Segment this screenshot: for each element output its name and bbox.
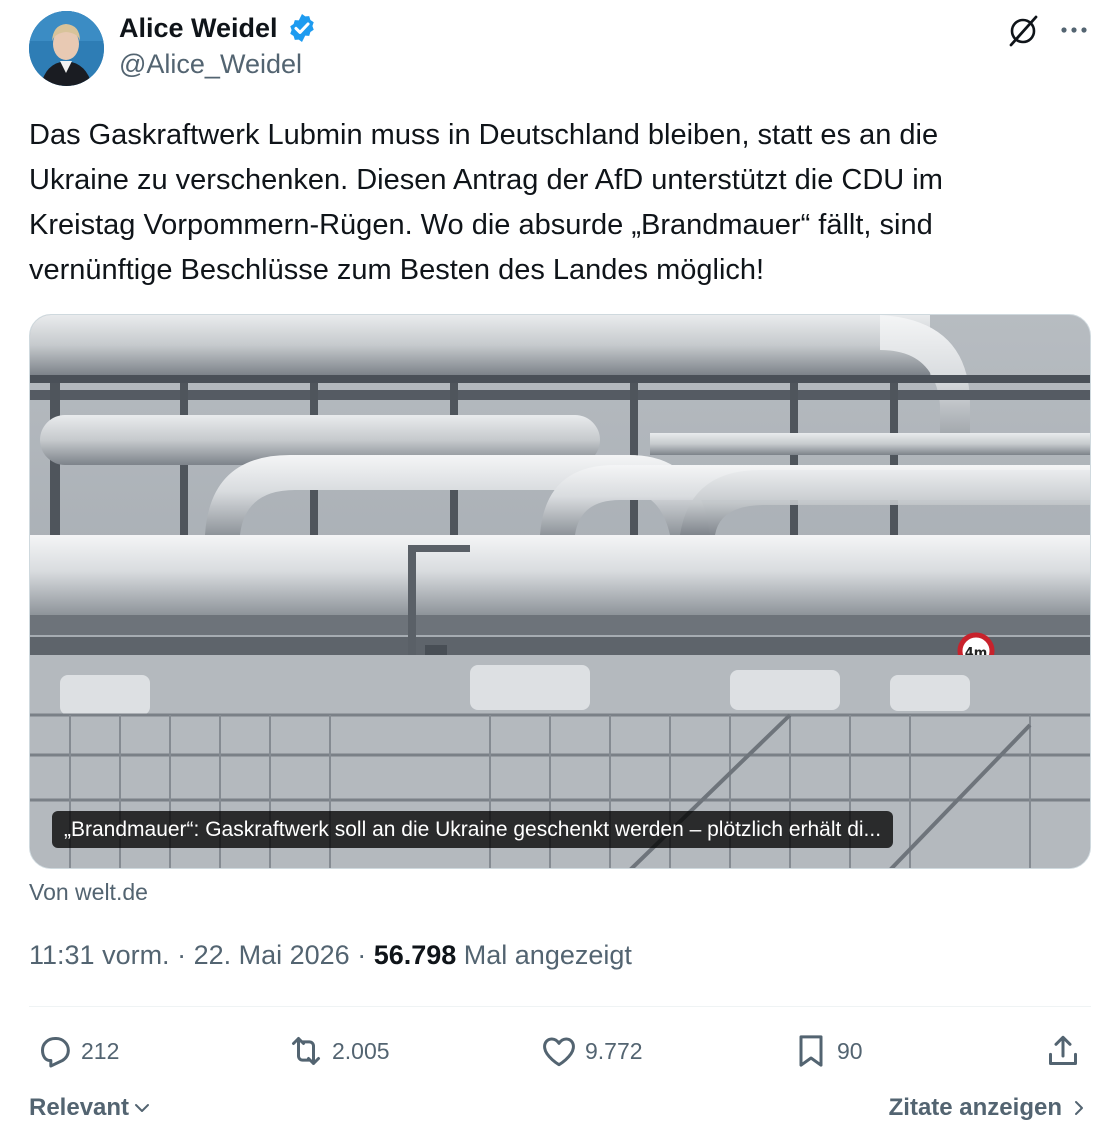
sort-label: Relevant [29,1094,130,1121]
chevron-right-icon [1075,1101,1083,1115]
retweet-button[interactable]: 2.005 [286,1031,390,1071]
tweet-date[interactable]: 22. Mai 2026 [194,940,350,970]
tweet-text-line: vernünftige Beschlüsse zum Besten des La… [29,254,765,286]
grok-icon[interactable] [1006,14,1040,48]
pipeline-photo: 4m [30,315,1090,868]
view-count: 56.798 [373,940,457,970]
divider [29,1006,1091,1007]
reply-count: 212 [81,1037,120,1064]
link-card[interactable]: 4m „Brandmauer“: Gaskraftwerk soll an di… [29,314,1091,869]
link-card-title[interactable]: „Brandmauer“: Gaskraftwerk soll an die U… [52,811,894,848]
like-button[interactable]: 9.772 [539,1031,643,1071]
tweet-meta: 11:31 vorm. · 22. Mai 2026 · 56.798 Mal … [29,940,632,971]
chevron-down-icon [135,1104,150,1112]
avatar[interactable] [29,11,104,86]
author-handle[interactable]: @Alice_Weidel [119,49,302,80]
link-source[interactable]: Von welt.de [29,879,148,906]
bookmark-count: 90 [837,1037,863,1064]
heart-icon [543,1037,575,1067]
author-display-name[interactable]: Alice Weidel [119,13,278,44]
share-icon [1049,1035,1077,1065]
tweet-text: Das Gaskraftwerk Lubmin muss in Deutschl… [29,113,1089,293]
meta-separator: · [169,940,194,970]
view-quotes-link[interactable]: Zitate anzeigen [889,1094,1088,1122]
verified-badge-icon [289,14,314,42]
avatar-image [29,11,104,86]
share-button[interactable] [1043,1031,1083,1071]
sort-relevant-button[interactable]: Relevant [29,1094,151,1122]
bookmark-icon [799,1035,823,1067]
tweet-text-line: Ukraine zu verschenken. Diesen Antrag de… [29,164,943,196]
reply-icon [41,1037,70,1068]
tweet-time[interactable]: 11:31 vorm. [29,940,170,970]
bookmark-button[interactable]: 90 [791,1031,863,1071]
meta-separator: · [349,940,374,970]
tweet-text-line: Kreistag Vorpommern-Rügen. Wo die absurd… [29,209,933,241]
author-name-row[interactable]: Alice Weidel [119,12,318,44]
like-count: 9.772 [585,1037,643,1064]
reply-button[interactable]: 212 [35,1031,119,1071]
quotes-label: Zitate anzeigen [888,1094,1062,1121]
view-count-label: Mal angezeigt [456,940,632,970]
more-options-icon[interactable] [1057,16,1091,44]
retweet-icon [292,1037,320,1065]
tweet-text-line: Das Gaskraftwerk Lubmin muss in Deutschl… [29,119,939,151]
retweet-count: 2.005 [332,1037,390,1064]
